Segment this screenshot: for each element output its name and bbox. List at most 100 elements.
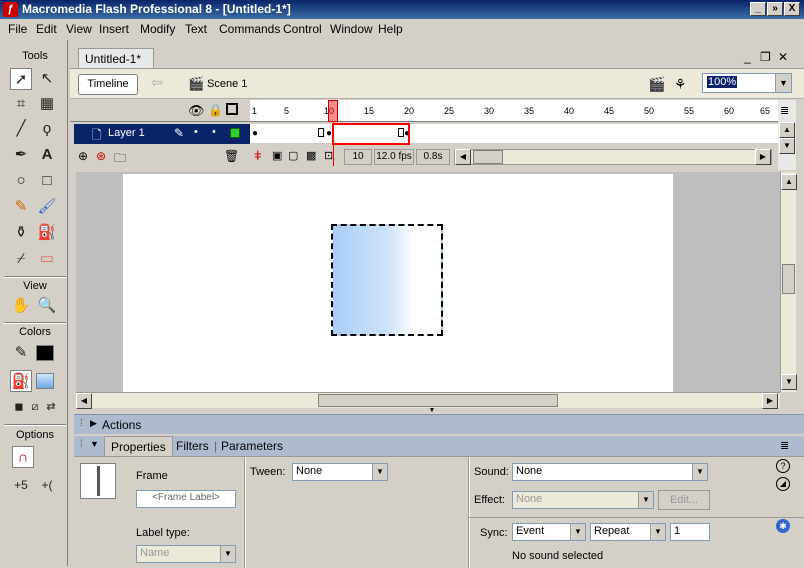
edit-multiple-icon[interactable]: ▩ bbox=[306, 149, 316, 162]
frame-label-input[interactable]: <Frame Label> bbox=[136, 490, 236, 508]
menu-window[interactable]: Window bbox=[330, 22, 373, 36]
repeat-count-input[interactable]: 1 bbox=[670, 523, 710, 541]
delete-layer-icon[interactable]: 🗑 bbox=[224, 149, 239, 163]
menu-insert[interactable]: Insert bbox=[99, 22, 129, 36]
oval-tool-icon[interactable]: ○ bbox=[10, 170, 32, 192]
collapse-arrow-icon[interactable]: ▼ bbox=[90, 439, 99, 449]
stage-hscroll[interactable]: ◀ ▶ bbox=[76, 392, 780, 409]
tween-select[interactable]: None ▼ bbox=[292, 463, 388, 481]
scroll-thumb[interactable] bbox=[318, 394, 558, 407]
gradient-transform-tool-icon[interactable]: ▦ bbox=[36, 93, 58, 115]
add-motion-guide-icon[interactable]: ⊛ bbox=[96, 149, 106, 163]
fill-color-swatch[interactable] bbox=[36, 373, 54, 389]
playhead[interactable] bbox=[328, 100, 338, 122]
layer-row[interactable]: 🗋 Layer 1 ✎ • • bbox=[74, 124, 250, 144]
document-tab[interactable]: Untitled-1* bbox=[78, 48, 154, 68]
help-icon[interactable]: ? bbox=[776, 459, 790, 473]
stage[interactable] bbox=[123, 174, 673, 392]
menu-edit[interactable]: Edit bbox=[36, 22, 57, 36]
center-frame-icon[interactable]: ǂ bbox=[254, 148, 262, 163]
lock-dot-icon[interactable]: • bbox=[212, 126, 216, 138]
sync-select[interactable]: Event ▼ bbox=[512, 523, 586, 541]
back-arrow-icon[interactable]: ⇦ bbox=[146, 74, 168, 95]
onion-outlines-icon[interactable]: ▢ bbox=[288, 149, 298, 162]
sound-select[interactable]: None ▼ bbox=[512, 463, 708, 481]
scroll-up-icon[interactable]: ▲ bbox=[779, 122, 795, 138]
zoom-dropdown-icon[interactable]: ▼ bbox=[775, 74, 791, 92]
zoom-tool-icon[interactable]: 🔍 bbox=[36, 295, 58, 317]
gripper-icon[interactable]: ⁞ bbox=[80, 418, 83, 429]
effect-select[interactable]: None ▼ bbox=[512, 491, 654, 509]
edit-symbols-icon[interactable]: ⚘ bbox=[674, 76, 687, 93]
restore-button[interactable]: » bbox=[767, 2, 783, 16]
timeline-menu-icon[interactable]: ≣ bbox=[780, 104, 789, 117]
menu-commands[interactable]: Commands bbox=[219, 22, 280, 36]
hand-tool-icon[interactable]: ✋ bbox=[10, 295, 32, 317]
actions-panel-header[interactable]: ⁞ ▶ Actions bbox=[74, 414, 804, 434]
timeline-vscroll[interactable]: ≣ ▲ ▼ bbox=[778, 100, 796, 170]
scroll-left-icon[interactable]: ◀ bbox=[455, 149, 471, 165]
minimize-button[interactable]: _ bbox=[750, 2, 766, 16]
brush-tool-icon[interactable]: 🖌 bbox=[36, 196, 58, 218]
subselection-tool-icon[interactable]: ↖ bbox=[36, 68, 58, 90]
modify-markers-icon[interactable]: ⊡ bbox=[324, 149, 333, 162]
zoom-select[interactable]: 100% ▼ bbox=[702, 73, 792, 93]
stage-vscroll[interactable]: ▲ ▼ bbox=[780, 172, 797, 392]
ink-bottle-tool-icon[interactable]: ⚱ bbox=[10, 222, 32, 244]
onion-skin-icon[interactable]: ▣ bbox=[272, 149, 282, 162]
edit-scene-icon[interactable]: 🎬 bbox=[648, 76, 665, 93]
lasso-tool-icon[interactable]: ϙ bbox=[36, 118, 58, 140]
menu-view[interactable]: View bbox=[66, 22, 92, 36]
gripper-icon[interactable]: ⁞ bbox=[80, 439, 83, 450]
snap-to-objects-icon[interactable]: ∩ bbox=[12, 446, 34, 468]
edit-button[interactable]: Edit... bbox=[658, 490, 710, 510]
timeline-hscroll[interactable]: ◀ ▶ bbox=[454, 149, 772, 165]
stroke-color-swatch[interactable] bbox=[36, 345, 54, 361]
scroll-right-icon[interactable]: ▶ bbox=[755, 149, 771, 165]
panel-menu-icon[interactable]: ≣ bbox=[780, 439, 789, 452]
menu-modify[interactable]: Modify bbox=[140, 22, 175, 36]
doc-close-button[interactable]: ✕ bbox=[778, 50, 788, 64]
expand-arrow-icon[interactable]: ▶ bbox=[90, 418, 97, 429]
free-transform-tool-icon[interactable]: ⌗ bbox=[10, 93, 32, 115]
eye-icon[interactable]: 👁 bbox=[188, 103, 205, 119]
line-tool-icon[interactable]: ╱ bbox=[10, 118, 32, 140]
scroll-right-icon[interactable]: ▶ bbox=[762, 393, 778, 409]
rectangle-tool-icon[interactable]: □ bbox=[36, 170, 58, 192]
visible-dot-icon[interactable]: • bbox=[194, 126, 198, 138]
accessibility-icon[interactable]: ✱ bbox=[776, 519, 790, 533]
scroll-left-icon[interactable]: ◀ bbox=[76, 393, 92, 409]
menu-control[interactable]: Control bbox=[283, 22, 322, 36]
label-type-select[interactable]: Name ▼ bbox=[136, 545, 236, 563]
layer-color-icon[interactable] bbox=[230, 128, 240, 138]
timeline-toggle-button[interactable]: Timeline bbox=[78, 74, 138, 95]
scroll-thumb[interactable] bbox=[473, 150, 503, 164]
insert-layer-icon[interactable]: ⊕ bbox=[78, 149, 88, 163]
selection-tool-icon[interactable]: ➚ bbox=[10, 68, 32, 90]
tab-parameters[interactable]: Parameters bbox=[221, 439, 283, 453]
eyedropper-tool-icon[interactable]: ⌿ bbox=[10, 248, 32, 270]
collapse-panel-icon[interactable]: ◢ bbox=[776, 477, 790, 491]
doc-restore-button[interactable]: ❐ bbox=[760, 50, 771, 64]
swap-colors-icon[interactable]: ⇄ bbox=[40, 396, 62, 418]
eraser-tool-icon[interactable]: ▭ bbox=[36, 248, 58, 270]
scroll-thumb[interactable] bbox=[782, 264, 795, 294]
tab-filters[interactable]: Filters bbox=[176, 439, 209, 453]
close-button[interactable]: X bbox=[784, 2, 800, 16]
text-tool-icon[interactable]: A bbox=[36, 144, 58, 166]
scroll-down-icon[interactable]: ▼ bbox=[779, 138, 795, 154]
doc-minimize-button[interactable]: _ bbox=[744, 50, 751, 64]
gradient-square-shape[interactable] bbox=[331, 224, 443, 336]
scroll-up-icon[interactable]: ▲ bbox=[781, 174, 797, 190]
paint-bucket-tool-icon[interactable]: ⛽ bbox=[36, 222, 58, 244]
frames-row[interactable]: ● ● ● bbox=[250, 124, 778, 144]
menu-text[interactable]: Text bbox=[185, 22, 207, 36]
menu-help[interactable]: Help bbox=[378, 22, 403, 36]
scroll-down-icon[interactable]: ▼ bbox=[781, 374, 797, 390]
keyframe-1-icon[interactable]: ● bbox=[252, 128, 258, 139]
pencil-tool-icon[interactable]: ✎ bbox=[10, 196, 32, 218]
outline-icon[interactable] bbox=[226, 103, 238, 115]
insert-folder-icon[interactable]: 🗀 bbox=[114, 149, 126, 170]
pen-tool-icon[interactable]: ✒ bbox=[10, 144, 32, 166]
repeat-select[interactable]: Repeat ▼ bbox=[590, 523, 666, 541]
